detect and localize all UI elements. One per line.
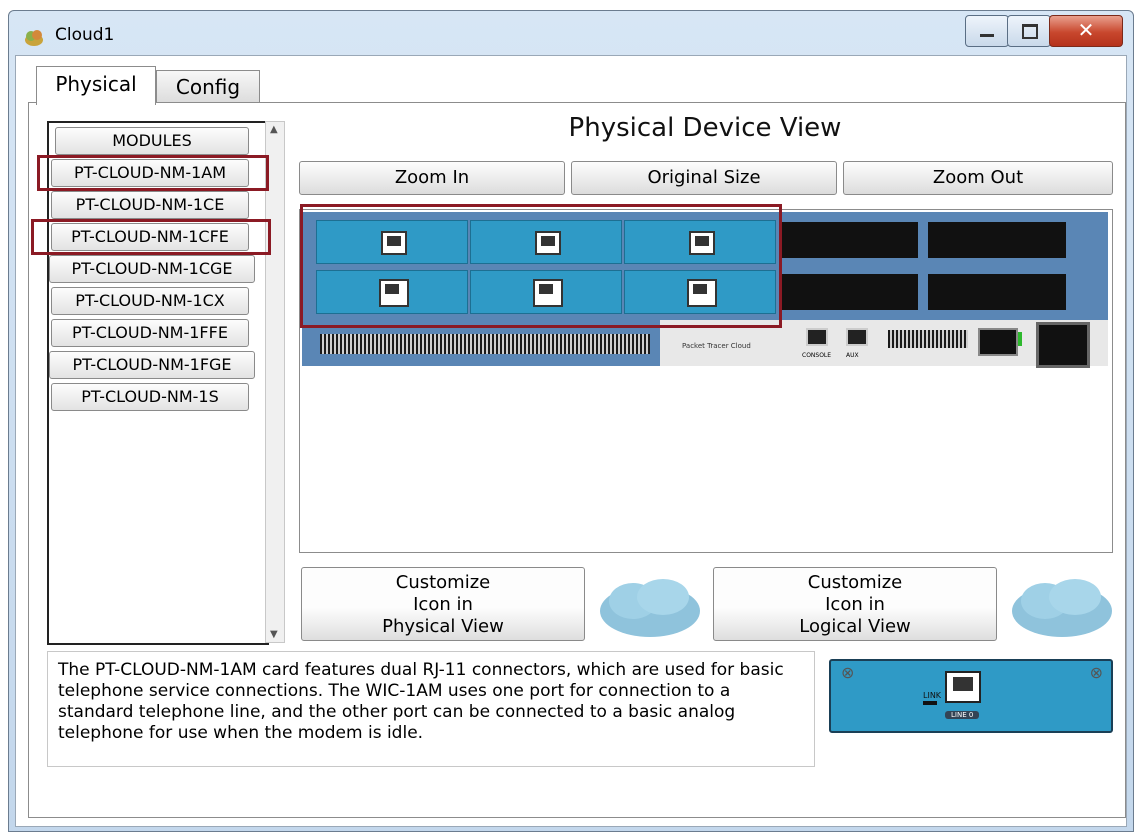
window-title: Cloud1 [55,25,115,45]
power-switch-icon[interactable] [978,328,1018,356]
power-led-icon [1018,332,1022,346]
module-item[interactable]: PT-CLOUD-NM-1S [51,383,249,411]
customize-logical-line2: Icon in [825,594,885,615]
vent-grille [888,330,968,348]
tab-config[interactable]: Config [156,70,260,103]
modules-list: MODULES PT-CLOUD-NM-1AM PT-CLOUD-NM-1CE … [47,121,269,645]
power-socket-icon [1036,322,1090,368]
modules-header: MODULES [55,127,249,155]
minimize-button[interactable] [965,15,1009,47]
customize-logical-line1: Customize [807,572,903,593]
aux-label: AUX [846,352,859,359]
tab-physical[interactable]: Physical [36,66,156,105]
close-button[interactable]: ✕ [1049,15,1123,47]
cloud-physical-icon [600,579,700,637]
aux-port-icon[interactable] [846,328,868,346]
scroll-down-icon[interactable]: ▼ [270,629,278,640]
module-item[interactable]: PT-CLOUD-NM-1FFE [51,319,249,347]
window-content: Physical Config MODULES PT-CLOUD-NM-1AM … [15,55,1127,827]
vent-grille [320,334,650,354]
title-bar[interactable]: Cloud1 ✕ [9,11,1133,55]
zoom-in-button[interactable]: Zoom In [299,161,565,195]
module-item[interactable]: PT-CLOUD-NM-1CX [51,287,249,315]
minimize-icon [980,34,994,37]
customize-physical-line2: Icon in [413,594,473,615]
customize-logical-icon-button[interactable]: Customize Icon in Logical View [713,567,997,641]
customize-logical-line3: Logical View [799,616,911,637]
highlight-box-1cfe [31,219,271,255]
empty-slot[interactable] [928,222,1066,258]
line0-label: LINE 0 [945,711,980,719]
empty-slot[interactable] [780,274,918,310]
link-led-icon [923,701,937,705]
module-item[interactable]: PT-CLOUD-NM-1CE [51,191,249,219]
console-port-icon[interactable] [806,328,828,346]
highlight-box-slots [300,204,782,328]
cloud1-window: Cloud1 ✕ Physical Config MODULES PT-CLOU… [8,10,1134,832]
scroll-up-icon[interactable]: ▲ [270,124,278,135]
customize-physical-line1: Customize [395,572,491,593]
maximize-icon [1022,24,1038,39]
link-label: LINK [923,691,942,700]
device-view-area[interactable]: Packet Tracer Cloud CONSOLE AUX [299,204,1113,553]
modules-scrollbar[interactable]: ▲ ▼ [265,121,285,643]
zoom-out-button[interactable]: Zoom Out [843,161,1113,195]
maximize-button[interactable] [1007,15,1051,47]
physical-device-view-title: Physical Device View [568,113,842,143]
original-size-button[interactable]: Original Size [571,161,837,195]
rj11-port-icon [945,671,981,703]
module-preview: ⊗ ⊗ LINK LINE 0 [829,659,1113,733]
module-item[interactable]: PT-CLOUD-NM-1CGE [49,255,255,283]
highlight-box-1am [37,155,269,191]
screw-icon: ⊗ [1089,663,1103,682]
screw-icon: ⊗ [841,663,855,682]
device-label: Packet Tracer Cloud [682,342,751,350]
module-item[interactable]: PT-CLOUD-NM-1FGE [49,351,255,379]
cloud-device-icon [25,30,43,46]
customize-physical-icon-button[interactable]: Customize Icon in Physical View [301,567,585,641]
module-description: The PT-CLOUD-NM-1AM card features dual R… [47,651,815,767]
console-label: CONSOLE [802,352,832,359]
close-icon: ✕ [1077,18,1095,42]
customize-physical-line3: Physical View [382,616,504,637]
physical-panel: MODULES PT-CLOUD-NM-1AM PT-CLOUD-NM-1CE … [28,102,1126,818]
empty-slot[interactable] [928,274,1066,310]
cloud-logical-icon [1012,579,1112,637]
empty-slot[interactable] [780,222,918,258]
